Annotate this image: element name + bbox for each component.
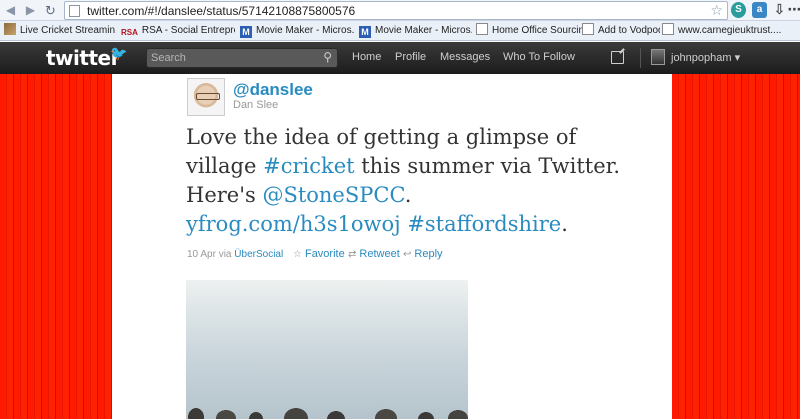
m-icon: M bbox=[359, 26, 371, 38]
tweet-date[interactable]: 10 Apr bbox=[187, 249, 216, 260]
rsa-icon: RSA bbox=[121, 28, 138, 37]
bookmark-label: Movie Maker - Micros... bbox=[375, 25, 472, 36]
tweet-text-part: . bbox=[561, 212, 568, 236]
background-right bbox=[672, 74, 800, 419]
bookmark-carnegie[interactable]: www.carnegieuktrust.... bbox=[662, 21, 798, 41]
twitter-topbar: twitter 🐦 ⚲ Home Profile Messages Who To… bbox=[0, 42, 800, 74]
url-link[interactable]: yfrog.com/h3s1owoj bbox=[186, 212, 401, 236]
bookmark-live-cricket[interactable]: Live Cricket Streamin... bbox=[4, 21, 116, 41]
bookmark-vodpod[interactable]: Add to Vodpod bbox=[582, 21, 660, 41]
m-icon: M bbox=[240, 26, 252, 38]
bookmark-label: www.carnegieuktrust.... bbox=[678, 25, 782, 36]
search-box: ⚲ bbox=[146, 48, 338, 68]
account-menu[interactable]: johnpopham ▾ bbox=[671, 51, 740, 64]
back-button[interactable]: ◀ bbox=[2, 2, 19, 19]
bookmark-star-icon[interactable]: ☆ bbox=[710, 2, 723, 19]
url-text[interactable]: twitter.com/#!/danslee/status/5714210887… bbox=[87, 3, 355, 19]
reply-button[interactable]: ↩ Reply bbox=[403, 248, 443, 260]
page-menu-icon[interactable]: ⇩ bbox=[772, 2, 787, 18]
photo-treeline bbox=[186, 405, 468, 419]
doc-icon bbox=[582, 23, 594, 35]
tweet-text-part: . bbox=[404, 183, 412, 207]
retweet-icon: ⇄ bbox=[348, 249, 357, 260]
divider bbox=[640, 48, 641, 68]
bookmark-rsa[interactable]: RSARSA - Social Entrepre... bbox=[121, 21, 235, 41]
nav-messages[interactable]: Messages bbox=[440, 51, 490, 63]
via-label: via bbox=[218, 249, 232, 260]
reply-label: Reply bbox=[414, 248, 443, 260]
doc-icon bbox=[476, 23, 488, 35]
nav-home[interactable]: Home bbox=[352, 51, 381, 63]
bookmark-label: Home Office Sourcing bbox=[492, 25, 584, 36]
mention-link[interactable]: @StoneSPCC bbox=[262, 183, 404, 207]
extension-a-icon[interactable]: a bbox=[752, 2, 767, 18]
search-icon[interactable]: ⚲ bbox=[323, 50, 332, 64]
tweet-meta: 10 Apr via ÜberSocial bbox=[187, 249, 283, 260]
bookmark-label: Live Cricket Streamin... bbox=[20, 25, 116, 36]
retweet-button[interactable]: ⇄ Retweet bbox=[348, 248, 400, 260]
bookmarks-bar: Live Cricket Streamin... RSA RSA - Social… bbox=[0, 21, 800, 41]
image-icon bbox=[4, 23, 16, 35]
nav-who-to-follow[interactable]: Who To Follow bbox=[503, 51, 575, 63]
address-bar[interactable]: twitter.com/#!/danslee/status/5714210887… bbox=[64, 1, 728, 20]
reply-icon: ↩ bbox=[403, 249, 412, 260]
bookmark-home-office[interactable]: Home Office Sourcing bbox=[476, 21, 584, 41]
bookmark-movie-maker-2[interactable]: M Movie Maker - Micros... bbox=[359, 21, 472, 41]
search-input[interactable] bbox=[151, 50, 311, 66]
hashtag-link[interactable]: #cricket bbox=[263, 154, 354, 178]
page-icon bbox=[69, 5, 80, 17]
favorite-button[interactable]: ☆ Favorite bbox=[293, 248, 345, 260]
author-avatar[interactable] bbox=[187, 78, 225, 116]
background-left bbox=[0, 74, 112, 419]
tweet-photo[interactable] bbox=[186, 280, 468, 419]
bookmark-label: RSA - Social Entrepre... bbox=[141, 25, 235, 36]
extension-s-icon[interactable]: S bbox=[731, 2, 746, 18]
reload-button[interactable]: ↻ bbox=[42, 2, 59, 19]
author-screen-name[interactable]: @danslee bbox=[233, 80, 313, 100]
bookmark-label: Movie Maker - Micros... bbox=[256, 25, 354, 36]
bookmark-label: Add to Vodpod bbox=[598, 25, 660, 36]
retweet-label: Retweet bbox=[359, 248, 400, 260]
twitter-logo[interactable]: twitter bbox=[46, 46, 120, 70]
twitter-bird-icon: 🐦 bbox=[110, 45, 128, 61]
browser-toolbar: ◀ ▶ ↻ twitter.com/#!/danslee/status/5714… bbox=[0, 0, 800, 21]
author-real-name: Dan Slee bbox=[233, 99, 279, 111]
tweet-source[interactable]: ÜberSocial bbox=[234, 249, 283, 260]
nav-profile[interactable]: Profile bbox=[395, 51, 426, 63]
tweet-text: Love the idea of getting a glimpse of vi… bbox=[186, 123, 626, 239]
hashtag-link[interactable]: #staffordshire bbox=[407, 212, 561, 236]
compose-tweet-icon[interactable] bbox=[611, 51, 624, 64]
doc-icon bbox=[662, 23, 674, 35]
star-icon: ☆ bbox=[293, 249, 302, 260]
forward-button[interactable]: ▶ bbox=[22, 2, 39, 19]
avatar[interactable] bbox=[651, 49, 665, 65]
bookmark-movie-maker-1[interactable]: M Movie Maker - Micros... bbox=[240, 21, 354, 41]
wrench-menu-icon[interactable]: ⋯ bbox=[787, 2, 800, 18]
favorite-label: Favorite bbox=[304, 248, 345, 260]
